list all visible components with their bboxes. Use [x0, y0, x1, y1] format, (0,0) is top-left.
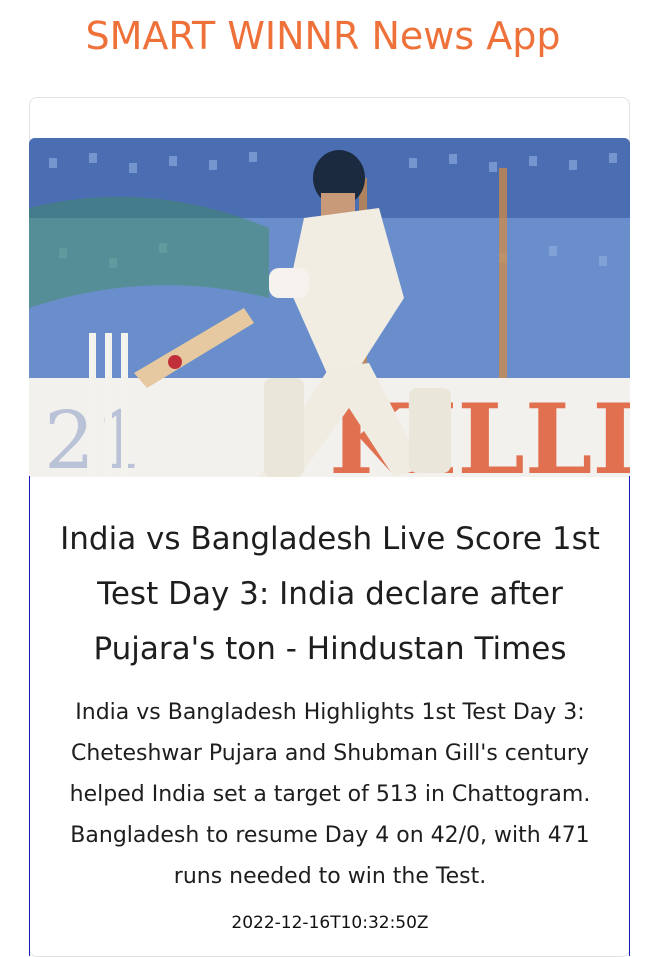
- app-title: SMART WINNR News App: [85, 14, 561, 58]
- article-headline[interactable]: India vs Bangladesh Live Score 1st Test …: [50, 512, 610, 677]
- article-summary: India vs Bangladesh Highlights 1st Test …: [69, 700, 591, 889]
- article-timestamp: 2022-12-16T10:32:50Z: [231, 913, 429, 933]
- news-image[interactable]: 21 KILLI: [29, 138, 630, 477]
